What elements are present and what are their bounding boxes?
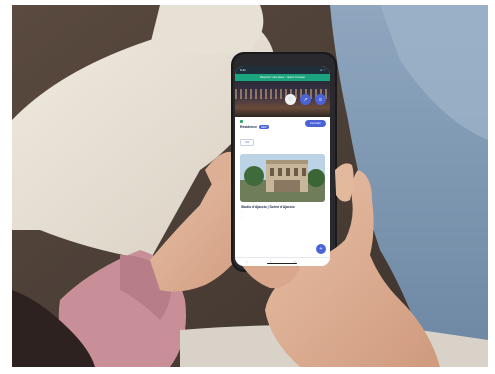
venue-title: Studio d'Ajaccio | Scène d'Ajaccio [241,205,295,209]
venue-location-line: ▫ [241,216,324,219]
primary-button[interactable]: Consulter [304,120,326,127]
status-time: 9:41 [240,68,246,72]
menu-icon[interactable]: ≡ [315,94,326,105]
share-icon[interactable]: ↗ [300,94,311,105]
home-icon[interactable]: ⌂ [246,260,248,264]
home-indicator [267,262,297,264]
venue-info: Studio d'Ajaccio | Scène d'Ajaccio ▫ ▫ [235,202,330,219]
user-icon[interactable]: ◦ [318,260,319,264]
hero-image: ♡ ↗ ≡ [235,81,330,117]
status-icons: ▪▪ ◔ [320,68,325,72]
pin-icon: ▫ [241,215,242,219]
status-badge: NEW [258,125,269,129]
outline-button[interactable]: Voir [240,139,255,146]
building-photo [240,154,325,202]
star-icon[interactable]: ★ [240,154,241,156]
promo-banner[interactable]: Réservez votre place · Opéra Comique [235,74,330,81]
venue-photo[interactable]: ★ [240,154,325,202]
check-icon [240,120,243,123]
bottom-nav: ⌂ ⌕ ▭ ◦ [235,257,330,266]
plus-icon[interactable]: + [316,244,326,254]
heart-icon[interactable]: ♡ [285,94,296,105]
phone-screen: 9:41 ▪▪ ◔ Réservez votre place · Opéra C… [235,66,330,266]
listing-header: Résidence NEW Consulter Voir [235,117,330,148]
listing-title: Résidence [240,125,257,129]
status-bar: 9:41 ▪▪ ◔ [235,66,330,74]
photo-scene: 9:41 ▪▪ ◔ Réservez votre place · Opéra C… [0,0,495,374]
calendar-icon: ▫ [241,211,242,214]
venue-date-line: ▫ [241,211,324,214]
